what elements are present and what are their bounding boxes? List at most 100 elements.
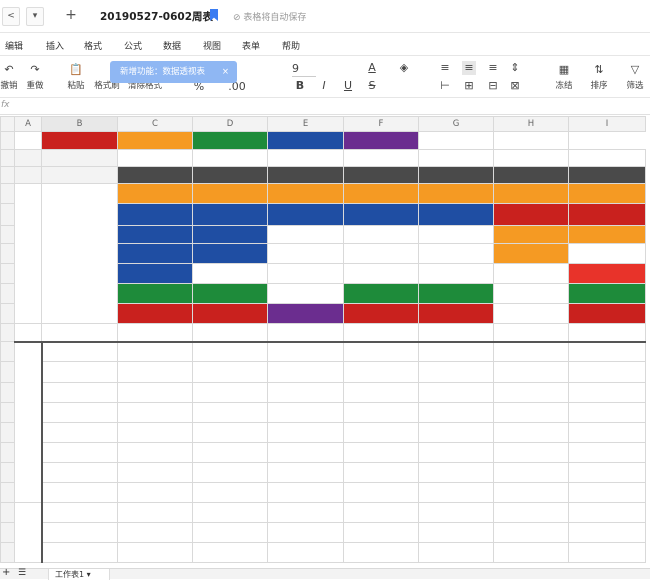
cell[interactable] xyxy=(14,323,42,343)
font-size-select[interactable]: 9 xyxy=(292,62,316,77)
merge-icon[interactable]: ⊞ xyxy=(462,79,476,93)
menu-item-0[interactable]: 编辑 xyxy=(5,39,23,52)
cell[interactable] xyxy=(192,361,268,383)
cell[interactable] xyxy=(568,502,646,523)
cell[interactable] xyxy=(343,462,419,483)
event-cell[interactable] xyxy=(568,263,646,284)
cell[interactable] xyxy=(41,166,118,184)
redo-button[interactable]: ↷ 重做 xyxy=(22,63,48,91)
event-cell[interactable] xyxy=(117,183,193,204)
cell[interactable] xyxy=(343,382,419,403)
cell[interactable] xyxy=(343,149,419,167)
weekday-header[interactable] xyxy=(493,166,569,184)
cell[interactable] xyxy=(493,442,569,463)
menu-item-4[interactable]: 数据 xyxy=(163,39,181,52)
row-header[interactable] xyxy=(0,149,15,167)
event-cell[interactable] xyxy=(267,183,344,204)
cell[interactable] xyxy=(14,183,42,324)
cell[interactable] xyxy=(493,462,569,483)
cell[interactable] xyxy=(418,341,494,362)
cell[interactable] xyxy=(493,283,569,304)
formula-bar[interactable]: fx xyxy=(0,99,650,115)
event-cell[interactable] xyxy=(117,243,193,264)
row-header[interactable] xyxy=(0,323,15,342)
row-header[interactable] xyxy=(0,422,15,443)
period-label[interactable] xyxy=(14,502,42,563)
cell[interactable] xyxy=(418,323,494,343)
column-header[interactable]: H xyxy=(493,116,569,132)
column-header[interactable]: D xyxy=(192,116,268,132)
cell[interactable] xyxy=(267,442,344,463)
cell[interactable] xyxy=(418,482,494,503)
cell[interactable] xyxy=(343,482,419,503)
more-button[interactable]: ▾ xyxy=(26,7,44,26)
close-icon[interactable]: × xyxy=(222,61,229,83)
align-left-icon[interactable]: ≡ xyxy=(438,61,452,75)
sheet-list-icon[interactable]: ☰ xyxy=(18,568,26,578)
cell[interactable] xyxy=(418,422,494,443)
column-header[interactable]: I xyxy=(568,116,646,132)
menu-item-3[interactable]: 公式 xyxy=(124,39,142,52)
event-cell[interactable] xyxy=(493,203,569,226)
event-cell[interactable] xyxy=(117,283,193,304)
row-header[interactable] xyxy=(0,243,15,264)
cell[interactable] xyxy=(493,382,569,403)
cell[interactable] xyxy=(117,361,193,383)
column-header[interactable]: B xyxy=(41,116,118,132)
event-cell[interactable] xyxy=(343,203,419,226)
cell[interactable] xyxy=(568,402,646,423)
category-label[interactable] xyxy=(343,131,419,150)
insert-icon[interactable]: ⊟ xyxy=(486,79,500,93)
category-label[interactable] xyxy=(41,131,118,150)
cell[interactable] xyxy=(343,361,419,383)
row-header[interactable] xyxy=(0,203,15,226)
event-cell[interactable] xyxy=(418,283,494,304)
cell[interactable] xyxy=(14,131,42,150)
weekday-header[interactable] xyxy=(192,166,268,184)
cell[interactable] xyxy=(568,341,646,362)
file-name[interactable]: 20190527-0602周表 xyxy=(100,9,213,24)
cell[interactable] xyxy=(418,361,494,383)
time-slot[interactable] xyxy=(40,402,118,423)
cell[interactable] xyxy=(493,422,569,443)
cell[interactable] xyxy=(343,422,419,443)
event-cell[interactable] xyxy=(343,283,419,304)
cell[interactable] xyxy=(418,225,494,244)
allday-label[interactable] xyxy=(41,183,118,324)
row-header[interactable] xyxy=(0,361,15,383)
menu-item-2[interactable]: 格式 xyxy=(84,39,102,52)
freeze-button[interactable]: ▦ 冻结 xyxy=(553,63,575,91)
cell[interactable] xyxy=(568,243,646,264)
cell[interactable] xyxy=(14,149,42,167)
wrap-icon[interactable]: ⊢ xyxy=(438,79,452,93)
cell[interactable] xyxy=(418,522,494,543)
category-label[interactable] xyxy=(267,131,344,150)
cell[interactable] xyxy=(267,422,344,443)
row-header[interactable] xyxy=(0,263,15,284)
cell[interactable] xyxy=(267,263,344,284)
paste-button[interactable]: 📋 粘贴 xyxy=(64,63,88,91)
cell[interactable] xyxy=(41,149,118,167)
align-right-icon[interactable]: ≡ xyxy=(486,61,500,75)
feature-popup[interactable]: 新增功能：数据透视表 × xyxy=(110,61,237,83)
cell[interactable] xyxy=(418,263,494,284)
underline-button[interactable]: U xyxy=(342,79,354,93)
cell[interactable] xyxy=(343,341,419,362)
cell[interactable] xyxy=(568,482,646,503)
cell[interactable] xyxy=(117,482,193,503)
event-cell[interactable] xyxy=(192,183,268,204)
cell[interactable] xyxy=(117,522,193,543)
cell[interactable] xyxy=(343,263,419,284)
cell[interactable] xyxy=(343,522,419,543)
menu-item-7[interactable]: 帮助 xyxy=(282,39,300,52)
cell[interactable] xyxy=(267,482,344,503)
cell[interactable] xyxy=(117,442,193,463)
cell[interactable] xyxy=(493,361,569,383)
event-cell[interactable] xyxy=(568,183,646,204)
time-slot[interactable] xyxy=(40,502,118,523)
cell[interactable] xyxy=(192,522,268,543)
event-cell[interactable] xyxy=(418,203,494,226)
cell[interactable] xyxy=(192,149,268,167)
column-header[interactable]: F xyxy=(343,116,419,132)
cell[interactable] xyxy=(343,243,419,264)
